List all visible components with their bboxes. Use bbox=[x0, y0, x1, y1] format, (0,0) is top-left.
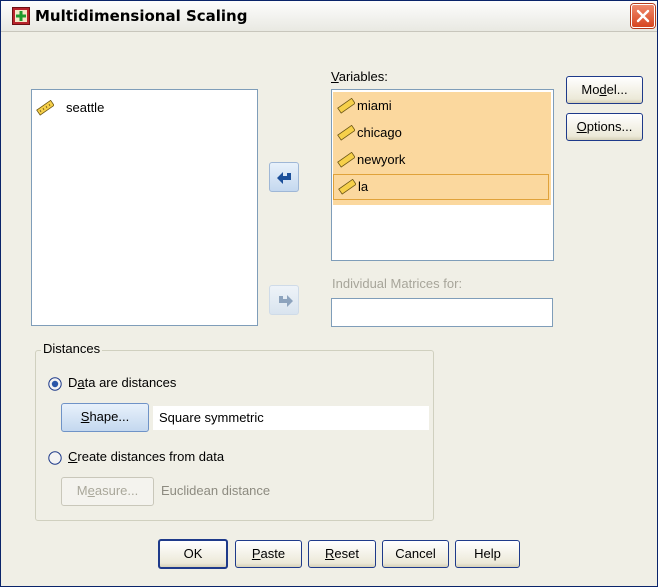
ok-label: OK bbox=[183, 546, 203, 561]
options-button[interactable]: Options... bbox=[566, 113, 643, 141]
model-label-pre: Mo bbox=[581, 82, 600, 97]
close-icon bbox=[636, 9, 650, 23]
paste-button[interactable]: Paste bbox=[235, 540, 302, 568]
model-label-mnemonic: d bbox=[599, 82, 607, 97]
paste-label-post: aste bbox=[260, 546, 286, 561]
spss-dialog-icon bbox=[12, 7, 30, 25]
shape-label-post: hape... bbox=[89, 409, 130, 424]
window-title: Multidimensional Scaling bbox=[35, 7, 248, 25]
data-are-distances-post: ta are distances bbox=[84, 375, 177, 390]
measure-label-pre: M bbox=[76, 483, 88, 498]
list-item-label: seattle bbox=[66, 100, 105, 115]
ok-button[interactable]: OK bbox=[158, 539, 228, 569]
model-label-post: el... bbox=[606, 82, 628, 97]
paste-label-mnemonic: P bbox=[251, 546, 261, 561]
help-button[interactable]: Help bbox=[455, 540, 520, 568]
title-bar[interactable]: Multidimensional Scaling bbox=[1, 1, 657, 32]
individual-matrices-label: Individual Matrices for: bbox=[332, 276, 463, 291]
close-button[interactable] bbox=[631, 4, 655, 28]
measure-label-post: asure... bbox=[94, 483, 139, 498]
individual-matrices-field[interactable] bbox=[331, 298, 553, 327]
reset-label-mnemonic: R bbox=[325, 546, 335, 561]
variables-label: Variables: bbox=[331, 69, 388, 84]
shape-value: Square symmetric bbox=[153, 406, 429, 430]
measure-label-mnemonic: e bbox=[87, 483, 95, 498]
help-label: Help bbox=[474, 546, 501, 561]
create-distances-label[interactable]: Create distances from data bbox=[68, 449, 224, 464]
ruler-scale-icon bbox=[337, 152, 355, 168]
list-item[interactable]: seattle bbox=[32, 96, 256, 120]
variables-label-post: ariables: bbox=[338, 69, 388, 84]
data-are-distances-radio[interactable] bbox=[48, 377, 62, 391]
reset-label-post: eset bbox=[334, 546, 359, 561]
model-button[interactable]: Model... bbox=[566, 76, 643, 104]
arrow-left-icon bbox=[277, 172, 291, 184]
list-item-label: newyork bbox=[357, 152, 406, 167]
create-distances-mnemonic: C bbox=[68, 449, 78, 464]
variables-label-mnemonic: V bbox=[331, 69, 339, 84]
ruler-scale-icon bbox=[338, 179, 356, 195]
data-are-distances-mnemonic: a bbox=[77, 375, 85, 390]
move-to-individual-matrices-button[interactable] bbox=[269, 285, 299, 315]
list-item[interactable]: chicago bbox=[333, 121, 551, 145]
list-item[interactable]: miami bbox=[333, 94, 551, 118]
variables-list[interactable]: miami chicago newyork la bbox=[331, 89, 554, 261]
ruler-scale-icon bbox=[337, 98, 355, 114]
ruler-scale-icon bbox=[36, 100, 54, 116]
options-label-post: ptions... bbox=[586, 119, 633, 134]
list-item-label: miami bbox=[357, 98, 392, 113]
create-distances-radio[interactable] bbox=[48, 451, 62, 465]
arrow-right-icon bbox=[279, 295, 293, 307]
reset-button[interactable]: Reset bbox=[308, 540, 376, 568]
list-item[interactable]: newyork bbox=[333, 148, 551, 172]
measure-value: Euclidean distance bbox=[161, 483, 271, 498]
list-item-label: chicago bbox=[357, 125, 402, 140]
distances-group-title: Distances bbox=[41, 341, 103, 356]
cancel-label: Cancel bbox=[395, 546, 436, 561]
source-variable-list[interactable]: seattle bbox=[31, 89, 258, 326]
measure-button[interactable]: Measure... bbox=[61, 477, 154, 506]
data-are-distances-pre: D bbox=[68, 375, 78, 390]
options-label-mnemonic: O bbox=[576, 119, 587, 134]
shape-button[interactable]: Shape... bbox=[61, 403, 149, 432]
data-are-distances-label[interactable]: Data are distances bbox=[68, 375, 176, 390]
ruler-scale-icon bbox=[337, 125, 355, 141]
list-item-focused[interactable]: la bbox=[333, 174, 549, 200]
cancel-button[interactable]: Cancel bbox=[382, 540, 449, 568]
create-distances-post: reate distances from data bbox=[77, 449, 225, 464]
list-item-label: la bbox=[358, 179, 369, 194]
mds-dialog: Multidimensional Scaling seattle Variabl… bbox=[0, 0, 658, 587]
move-to-variables-button[interactable] bbox=[269, 162, 299, 192]
